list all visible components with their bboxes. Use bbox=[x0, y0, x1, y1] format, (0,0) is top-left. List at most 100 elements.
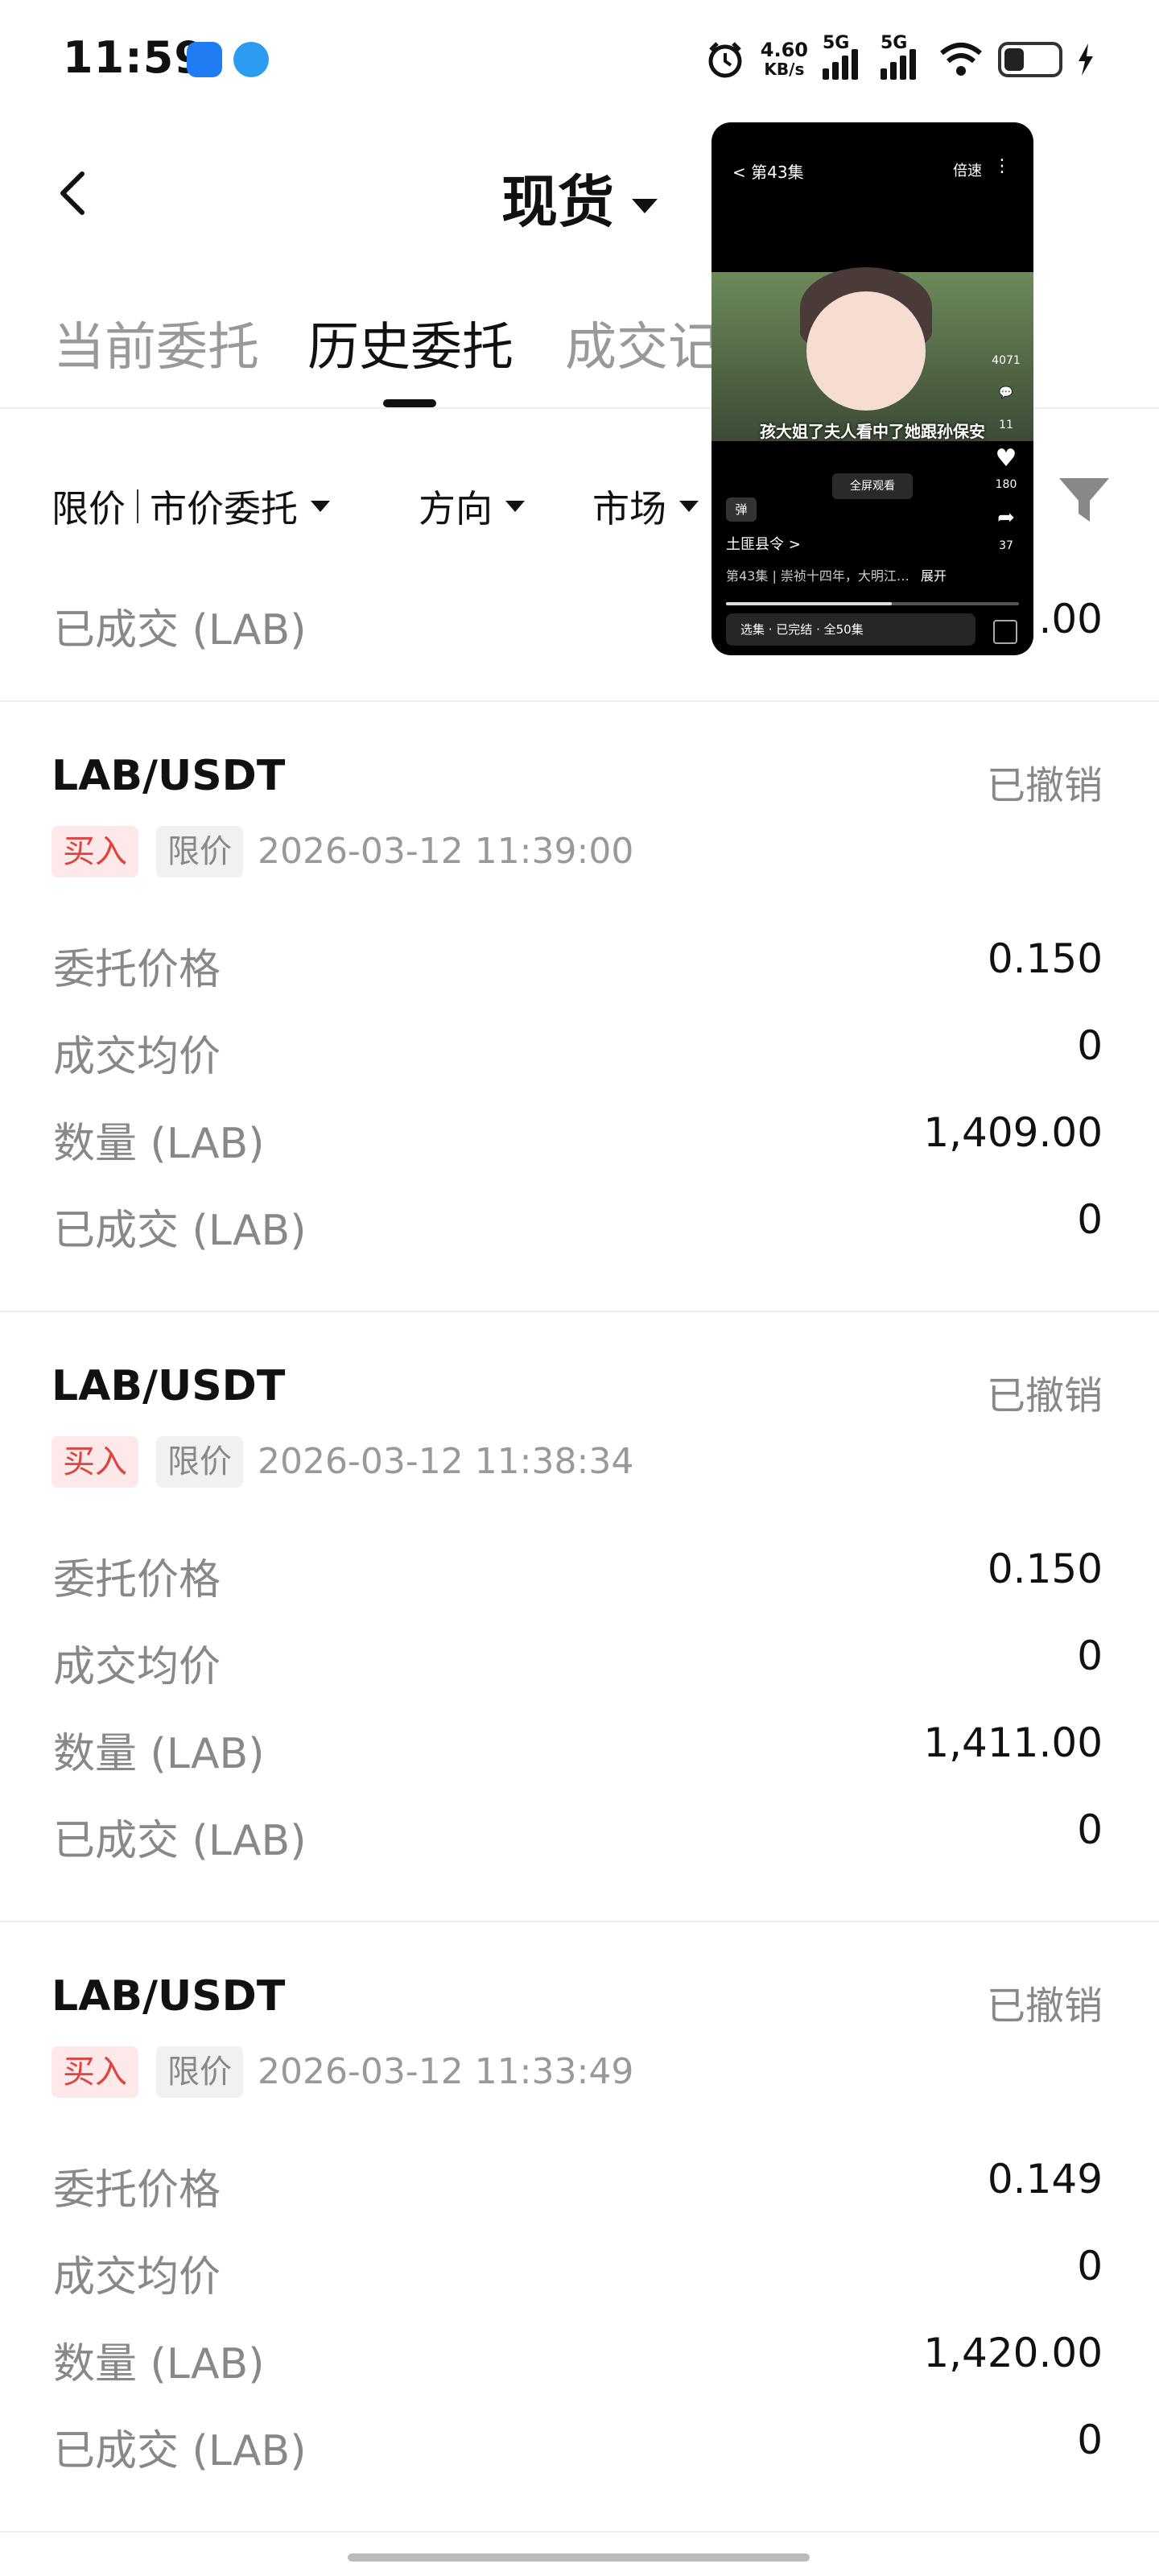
fullscreen-button[interactable]: 全屏观看 bbox=[832, 473, 913, 499]
price-value: 0.150 bbox=[987, 935, 1103, 982]
pip-video-window[interactable]: < 第43集 倍速 ⋮ 孩大姐了夫人看中了她跟孙保安 全屏观看 弹 4071 💬… bbox=[711, 122, 1033, 655]
avg-price-label: 成交均价 bbox=[53, 2253, 221, 2301]
order-type-filter[interactable]: 限价 市价委托 bbox=[52, 480, 330, 533]
filled-label: 已成交 (LAB) bbox=[53, 1207, 307, 1255]
avg-price-label: 成交均价 bbox=[53, 1033, 221, 1081]
pip-episode-title[interactable]: < 第43集 bbox=[732, 159, 804, 183]
order-pair: LAB/USDT bbox=[52, 1362, 286, 1410]
order-pair: LAB/USDT bbox=[52, 752, 286, 800]
net-speed-unit: KB/s bbox=[764, 60, 805, 79]
pip-expand-icon[interactable] bbox=[993, 620, 1017, 644]
collection-selector[interactable]: 选集 · 已完结 · 全50集 bbox=[726, 613, 975, 646]
share-count: 37 bbox=[999, 539, 1013, 552]
status-right: 4.60 KB/s 5G 5G bbox=[704, 33, 1095, 84]
battery-icon bbox=[998, 42, 1062, 77]
order-time: 2026-03-12 11:38:34 bbox=[258, 1441, 634, 1482]
quantity-label: 数量 (LAB) bbox=[53, 1730, 265, 1778]
order-card: LAB/USDT 已撤销 买入 限价 2026-03-12 11:39:00 委… bbox=[0, 702, 1159, 1312]
home-indicator[interactable] bbox=[348, 2553, 810, 2562]
video-progress[interactable] bbox=[726, 602, 1019, 605]
direction-filter[interactable]: 方向 bbox=[419, 480, 525, 533]
filter-icon[interactable] bbox=[1056, 472, 1112, 528]
order-status: 已撤销 bbox=[986, 763, 1103, 808]
chevron-down-icon bbox=[679, 501, 699, 512]
quantity-value: 1,409.00 bbox=[923, 1109, 1103, 1156]
pip-description: 第43集 | 崇祯十四年，大明江… bbox=[726, 568, 909, 584]
order-side-badge: 买入 bbox=[52, 1436, 138, 1488]
order-type-badge: 限价 bbox=[156, 1436, 243, 1488]
price-label: 委托价格 bbox=[53, 946, 221, 994]
order-type-badge: 限价 bbox=[156, 826, 243, 877]
filled-label: 已成交 (LAB) bbox=[53, 1817, 307, 1865]
filled-label: 已成交 (LAB) bbox=[53, 2427, 307, 2475]
signal-5g-2-label: 5G bbox=[881, 33, 908, 53]
comment-count: 11 bbox=[999, 419, 1013, 431]
avg-price-value: 0 bbox=[1077, 1633, 1103, 1679]
tab-order-history[interactable]: 历史委托 bbox=[307, 306, 514, 380]
filter-market-order-label: 市价委托 bbox=[150, 487, 298, 530]
chevron-down-icon bbox=[505, 501, 525, 512]
active-tab-indicator bbox=[383, 399, 436, 407]
order-side-badge: 买入 bbox=[52, 826, 138, 877]
video-character-face bbox=[806, 291, 926, 411]
signal-5g-1-label: 5G bbox=[823, 33, 850, 53]
quantity-value: 1,420.00 bbox=[923, 2330, 1103, 2376]
danmu-button[interactable]: 弹 bbox=[726, 497, 757, 522]
chevron-down-icon bbox=[632, 198, 658, 213]
tab-current-orders[interactable]: 当前委托 bbox=[53, 306, 259, 380]
signal-5g-2-icon: 5G bbox=[881, 33, 924, 80]
app-notification-icon bbox=[187, 42, 222, 77]
direction-filter-label: 方向 bbox=[419, 487, 493, 530]
charging-icon bbox=[1079, 43, 1093, 76]
signal-5g-1-icon: 5G bbox=[823, 33, 866, 80]
avg-price-label: 成交均价 bbox=[53, 1643, 221, 1691]
like-count: 180 bbox=[995, 478, 1017, 491]
more-icon[interactable]: ⋮ bbox=[993, 156, 1011, 176]
status-time: 11:59 bbox=[63, 32, 205, 83]
price-label: 委托价格 bbox=[53, 2166, 221, 2215]
pip-speed-button[interactable]: 倍速 bbox=[953, 159, 982, 180]
filled-label: 已成交 (LAB) bbox=[53, 606, 307, 654]
order-card: LAB/USDT 已撤销 买入 限价 2026-03-12 11:38:34 委… bbox=[0, 1312, 1159, 1922]
filled-value: .00 bbox=[1038, 596, 1103, 642]
avg-price-value: 0 bbox=[1077, 2243, 1103, 2289]
net-speed-value: 4.60 bbox=[760, 39, 808, 61]
status-bar: 11:59 4.60 KB/s 5G 5G bbox=[0, 0, 1159, 121]
order-status: 已撤销 bbox=[986, 1373, 1103, 1418]
market-filter[interactable]: 市场 bbox=[592, 480, 699, 533]
share-icon[interactable]: ➦ bbox=[990, 506, 1022, 530]
order-time: 2026-03-12 11:39:00 bbox=[258, 831, 634, 872]
page-title: 现货 bbox=[501, 169, 614, 235]
filled-value: 0 bbox=[1077, 1196, 1103, 1243]
filled-value: 0 bbox=[1077, 2417, 1103, 2463]
quantity-value: 1,411.00 bbox=[923, 1719, 1103, 1766]
filter-divider bbox=[137, 489, 138, 523]
network-speed: 4.60 KB/s bbox=[761, 40, 808, 79]
order-status: 已撤销 bbox=[986, 1984, 1103, 2029]
quantity-label: 数量 (LAB) bbox=[53, 2340, 265, 2388]
pip-header: < 第43集 倍速 ⋮ bbox=[711, 122, 1033, 195]
quantity-label: 数量 (LAB) bbox=[53, 1120, 265, 1168]
order-side-badge: 买入 bbox=[52, 2046, 138, 2098]
filter-limit-label: 限价 bbox=[52, 487, 126, 530]
expand-button[interactable]: 展开 bbox=[921, 565, 947, 584]
order-pair: LAB/USDT bbox=[52, 1972, 286, 2021]
like-icon[interactable]: ♥ bbox=[990, 444, 1022, 473]
message-notification-icon bbox=[233, 42, 269, 77]
alarm-icon bbox=[708, 42, 742, 78]
pip-author[interactable]: 土匪县令 > bbox=[726, 533, 801, 554]
pip-views: 4071 bbox=[992, 354, 1021, 367]
pip-episode-label: 第43集 bbox=[751, 163, 804, 182]
market-filter-label: 市场 bbox=[592, 487, 666, 530]
wifi-icon bbox=[940, 43, 982, 76]
filled-value: 0 bbox=[1077, 1806, 1103, 1853]
price-label: 委托价格 bbox=[53, 1556, 221, 1604]
order-type-badge: 限价 bbox=[156, 2046, 243, 2098]
order-card: LAB/USDT 已撤销 买入 限价 2026-03-12 11:33:49 委… bbox=[0, 1922, 1159, 2533]
avg-price-value: 0 bbox=[1077, 1022, 1103, 1069]
price-value: 0.150 bbox=[987, 1546, 1103, 1592]
comment-icon[interactable]: 💬 bbox=[990, 386, 1022, 399]
order-time: 2026-03-12 11:33:49 bbox=[258, 2051, 634, 2092]
chevron-down-icon bbox=[311, 501, 330, 512]
tab-trade-history[interactable]: 成交记 bbox=[565, 306, 720, 380]
